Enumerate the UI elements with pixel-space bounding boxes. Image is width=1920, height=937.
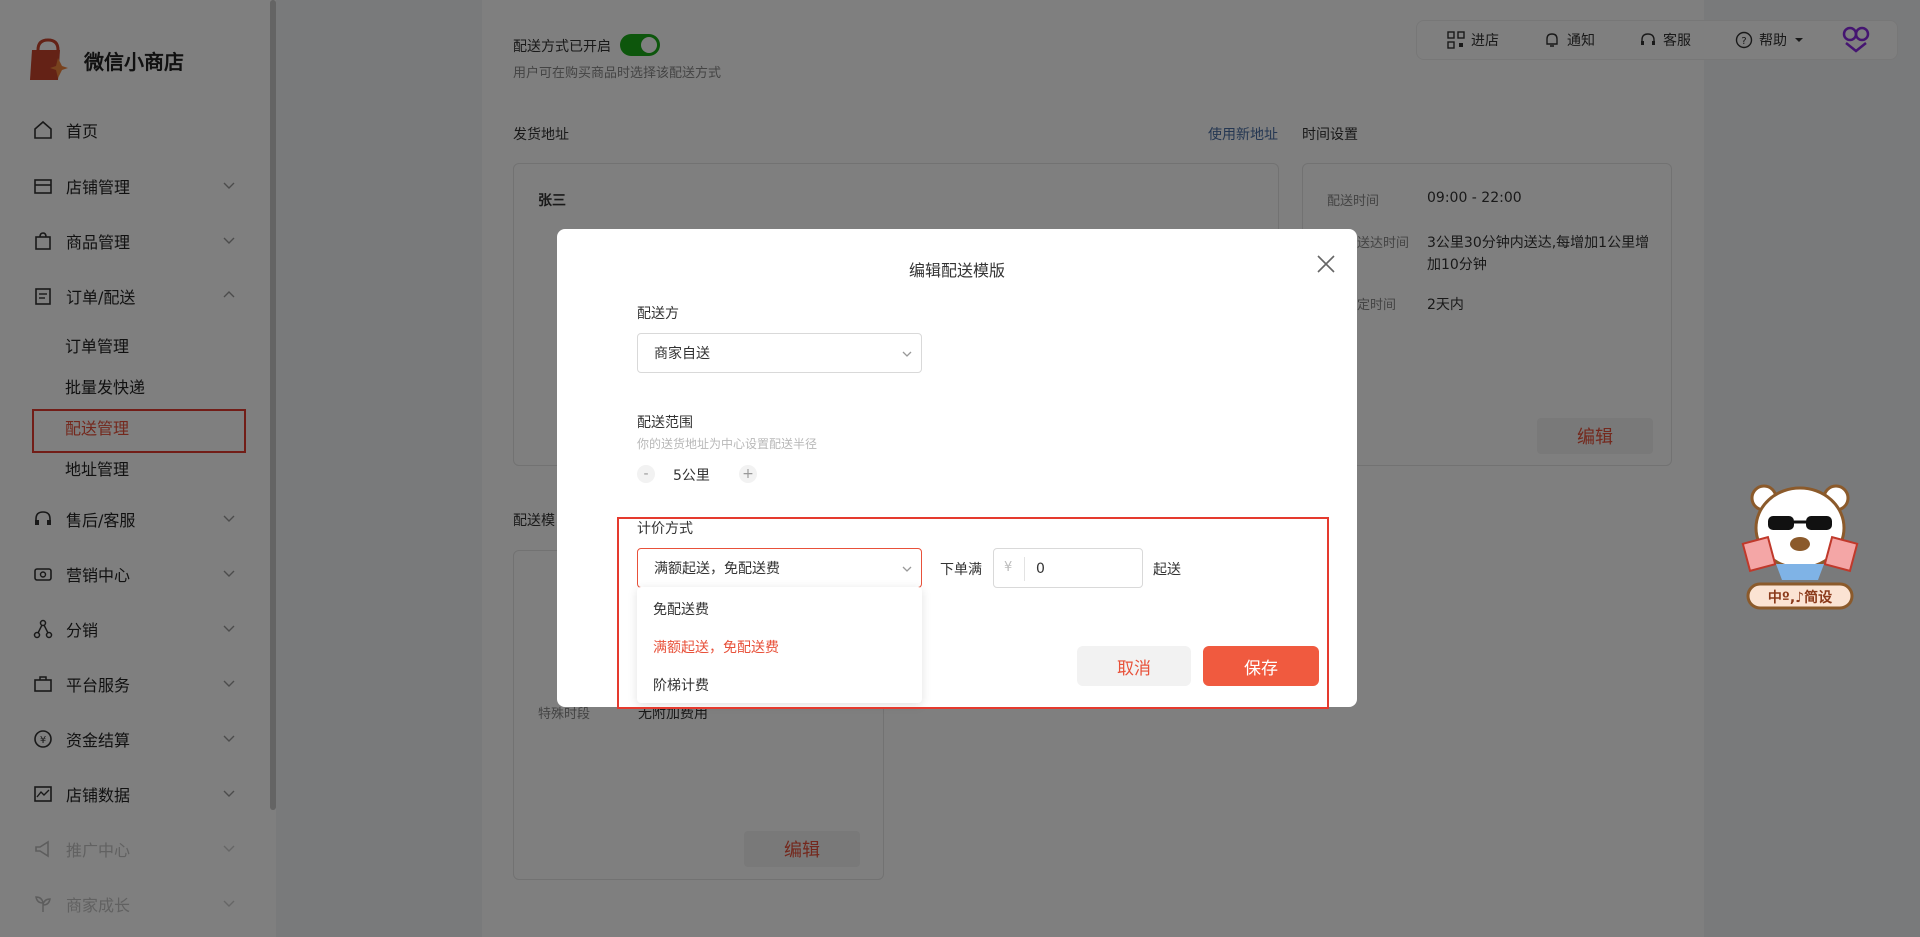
mascot-text: 中º,♪简设 [1768,589,1833,606]
range-value: 5公里 [673,468,710,484]
delivery-party-select[interactable]: 商家自送 [637,333,922,373]
bear-mascot-icon: 中º,♪简设 [1741,484,1859,610]
chevron-down-icon [902,351,912,357]
highlight-box-pricing-section [617,517,1329,709]
delivery-party-value: 商家自送 [654,346,710,362]
mascot-sticker: 中º,♪简设 [1740,476,1860,612]
range-plus-button[interactable]: + [739,465,757,483]
range-minus-button[interactable]: - [637,465,655,483]
close-icon[interactable] [1315,253,1337,275]
delivery-party-label: 配送方 [637,306,679,322]
delivery-range-label: 配送范围 [637,415,693,431]
delivery-range-hint: 你的送货地址为中心设置配送半径 [637,437,818,451]
modal-title: 编辑配送模版 [908,261,1005,280]
